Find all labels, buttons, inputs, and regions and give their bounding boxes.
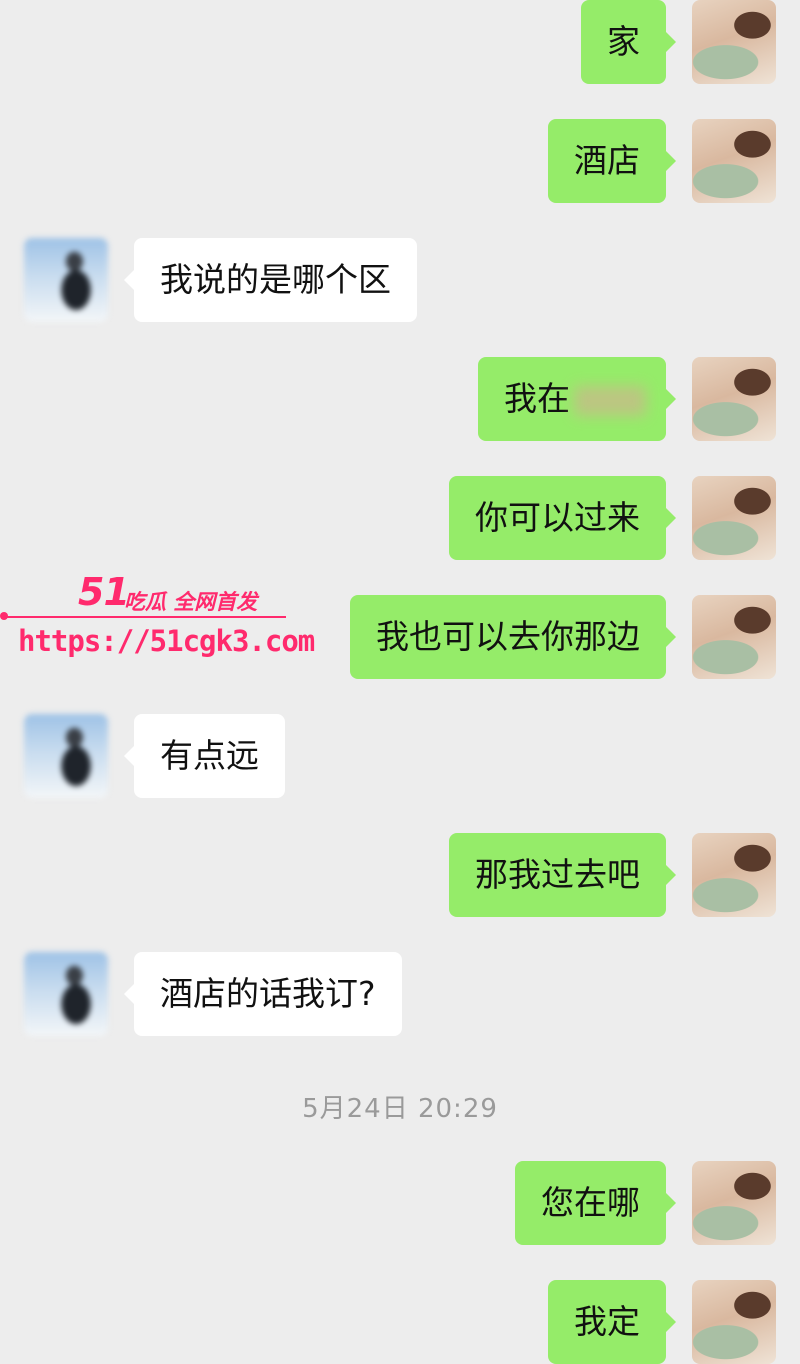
message-row: 那我过去吧 xyxy=(0,833,800,917)
contact-message-bubble[interactable]: 酒店的话我订? xyxy=(124,952,402,1036)
watermark: 51 吃瓜 全网首发 https://51cgk3.com xyxy=(0,560,315,670)
contact-message-bubble[interactable]: 有点远 xyxy=(124,714,285,798)
message-row: 我定 xyxy=(0,1280,800,1364)
message-row: 酒店 xyxy=(0,119,800,203)
message-timestamp: 5月24日 20:29 xyxy=(302,1094,498,1124)
my-avatar[interactable] xyxy=(692,476,776,560)
my-message-bubble[interactable]: 那我过去吧 xyxy=(449,833,676,917)
message-row: 有点远 xyxy=(0,714,800,798)
watermark-tagline: 吃瓜 全网首发 xyxy=(124,590,258,614)
contact-avatar[interactable] xyxy=(24,714,108,798)
message-row: 酒店的话我订? xyxy=(0,952,800,1036)
message-text: 您在哪 xyxy=(541,1183,640,1222)
watermark-url: https://51cgk3.com xyxy=(18,624,315,658)
chat-window: 家 酒店 我说的是哪个区 我在 你可以过来 我也可以去你那边 有点远 那我过去吧… xyxy=(0,0,800,1364)
message-text: 那我过去吧 xyxy=(475,855,640,894)
message-row: 您在哪 xyxy=(0,1161,800,1245)
redacted-location xyxy=(574,385,646,416)
message-row: 家 xyxy=(0,0,800,84)
contact-avatar[interactable] xyxy=(24,952,108,1036)
message-text: 酒店 xyxy=(574,141,640,180)
message-text: 你可以过来 xyxy=(475,498,640,537)
message-row: 你可以过来 xyxy=(0,476,800,560)
message-text: 我定 xyxy=(574,1302,640,1341)
message-text: 我在 xyxy=(504,379,570,418)
my-avatar[interactable] xyxy=(692,1280,776,1364)
message-text: 酒店的话我订? xyxy=(160,974,376,1013)
message-text: 我也可以去你那边 xyxy=(376,617,640,656)
my-message-bubble[interactable]: 我也可以去你那边 xyxy=(350,595,676,679)
my-avatar[interactable] xyxy=(692,357,776,441)
my-avatar[interactable] xyxy=(692,119,776,203)
my-avatar[interactable] xyxy=(692,0,776,84)
contact-avatar[interactable] xyxy=(24,238,108,322)
message-text: 家 xyxy=(607,22,640,61)
my-avatar[interactable] xyxy=(692,1161,776,1245)
my-message-bubble[interactable]: 酒店 xyxy=(548,119,676,203)
message-row: 我说的是哪个区 xyxy=(0,238,800,322)
watermark-divider xyxy=(0,612,286,620)
watermark-brand: 51 xyxy=(78,570,130,614)
my-message-bubble[interactable]: 我在 xyxy=(478,357,676,441)
my-message-bubble[interactable]: 你可以过来 xyxy=(449,476,676,560)
my-message-bubble[interactable]: 我定 xyxy=(548,1280,676,1364)
message-row: 我在 xyxy=(0,357,800,441)
my-avatar[interactable] xyxy=(692,833,776,917)
my-avatar[interactable] xyxy=(692,595,776,679)
my-message-bubble[interactable]: 您在哪 xyxy=(515,1161,676,1245)
message-text: 有点远 xyxy=(160,736,259,775)
message-text: 我说的是哪个区 xyxy=(160,260,391,299)
contact-message-bubble[interactable]: 我说的是哪个区 xyxy=(124,238,417,322)
my-message-bubble[interactable]: 家 xyxy=(581,0,676,84)
